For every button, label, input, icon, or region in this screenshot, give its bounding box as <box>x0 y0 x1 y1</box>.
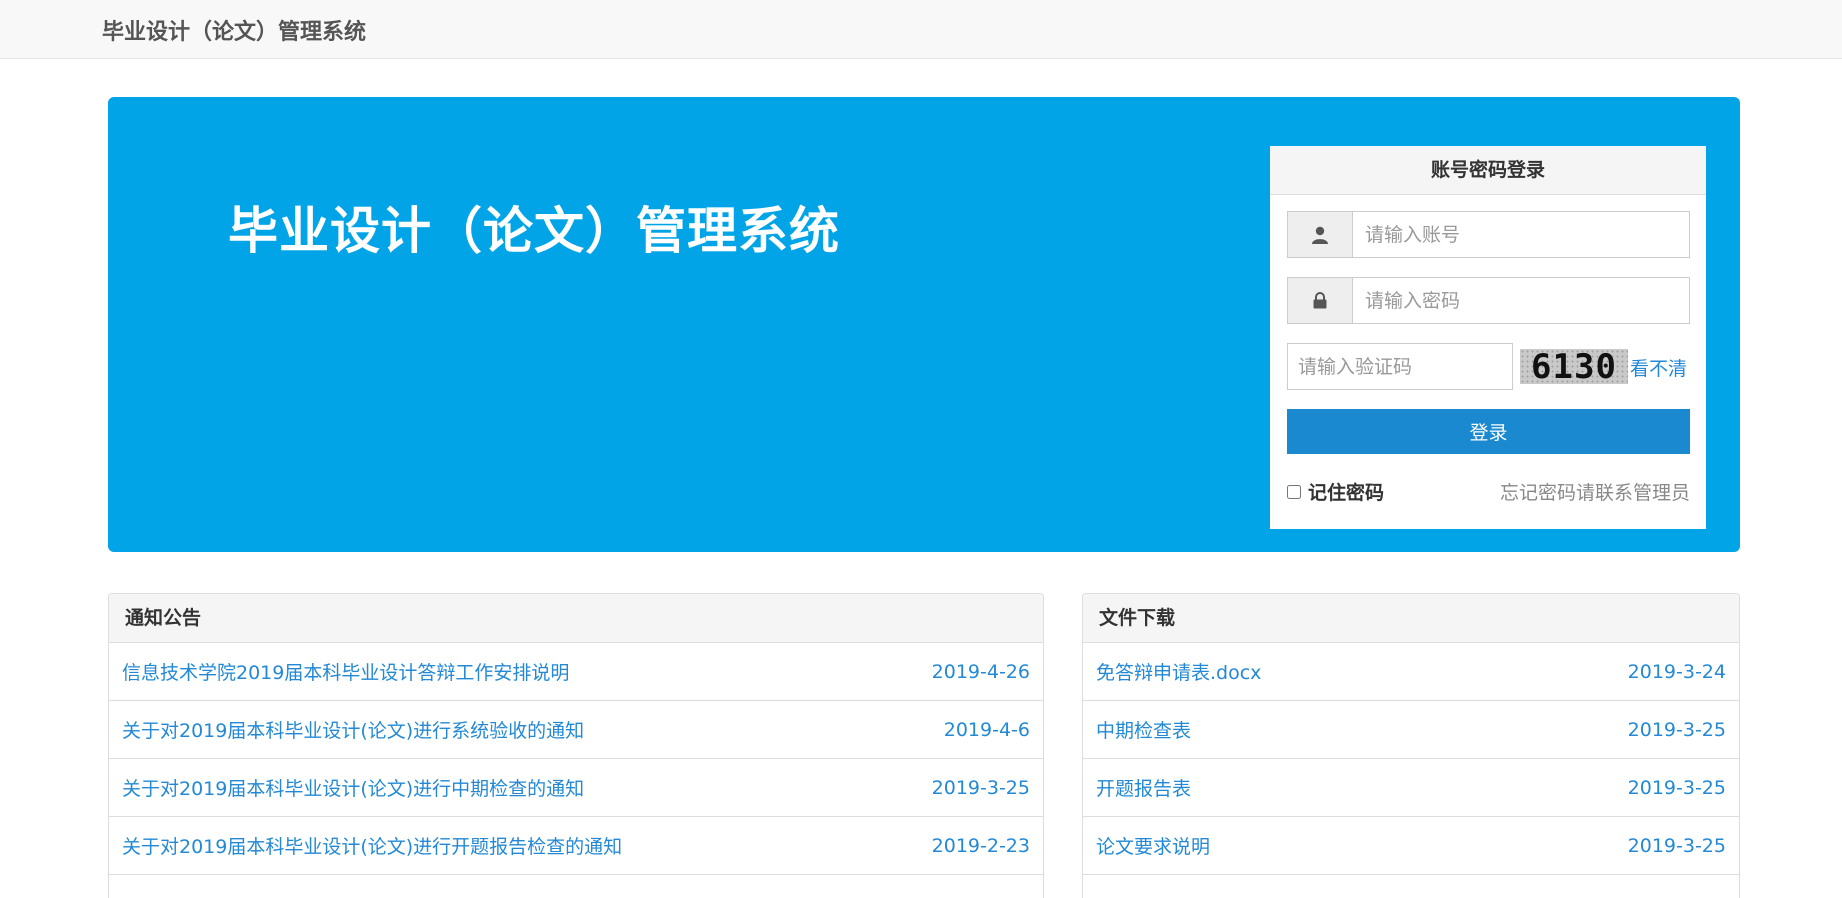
notices-heading: 通知公告 <box>109 594 1043 643</box>
downloads-panel: 文件下载 免答辩申请表.docx 2019-3-24 中期检查表 2019-3-… <box>1082 593 1740 898</box>
captcha-text: 6130 <box>1531 349 1617 384</box>
download-date: 2019-3-25 <box>1627 776 1726 799</box>
notice-date: 2019-4-6 <box>943 718 1030 741</box>
captcha-image[interactable]: 6130 <box>1520 349 1628 384</box>
list-item: 中期检查表 2019-3-25 <box>1083 701 1739 759</box>
forgot-password-text: 忘记密码请联系管理员 <box>1499 482 1690 504</box>
download-date: 2019-3-25 <box>1627 718 1726 741</box>
login-heading: 账号密码登录 <box>1270 146 1706 195</box>
download-link[interactable]: 开题报告表 <box>1096 774 1191 801</box>
hero-banner: 毕业设计（论文）管理系统 账号密码登录 6130 看不清 登录 记住密码 忘记密… <box>108 97 1740 552</box>
remember-password[interactable]: 记住密码 <box>1287 478 1384 505</box>
password-group <box>1287 277 1690 324</box>
downloads-list: 免答辩申请表.docx 2019-3-24 中期检查表 2019-3-25 开题… <box>1083 643 1739 875</box>
notice-link[interactable]: 关于对2019届本科毕业设计(论文)进行开题报告检查的通知 <box>122 832 622 859</box>
remember-label: 记住密码 <box>1308 482 1385 504</box>
username-group <box>1287 211 1690 258</box>
notice-link[interactable]: 关于对2019届本科毕业设计(论文)进行中期检查的通知 <box>122 774 584 801</box>
login-button[interactable]: 登录 <box>1287 409 1690 454</box>
hero-title: 毕业设计（论文）管理系统 <box>228 202 840 260</box>
list-item: 信息技术学院2019届本科毕业设计答辩工作安排说明 2019-4-26 <box>109 643 1043 701</box>
notice-date: 2019-2-23 <box>931 834 1030 857</box>
notice-date: 2019-3-25 <box>931 776 1030 799</box>
username-input[interactable] <box>1353 212 1689 257</box>
refresh-captcha-link[interactable]: 看不清 <box>1630 354 1687 381</box>
notices-list: 信息技术学院2019届本科毕业设计答辩工作安排说明 2019-4-26 关于对2… <box>109 643 1043 875</box>
download-link[interactable]: 论文要求说明 <box>1096 832 1210 859</box>
top-navbar: 毕业设计（论文）管理系统 <box>0 0 1842 59</box>
downloads-heading: 文件下载 <box>1083 594 1739 643</box>
download-link[interactable]: 中期检查表 <box>1096 716 1191 743</box>
download-date: 2019-3-24 <box>1627 660 1726 683</box>
notice-link[interactable]: 信息技术学院2019届本科毕业设计答辩工作安排说明 <box>122 658 569 685</box>
list-item: 关于对2019届本科毕业设计(论文)进行开题报告检查的通知 2019-2-23 <box>109 817 1043 875</box>
lock-icon <box>1288 278 1353 323</box>
list-item: 开题报告表 2019-3-25 <box>1083 759 1739 817</box>
list-item: 论文要求说明 2019-3-25 <box>1083 817 1739 875</box>
login-panel: 账号密码登录 6130 看不清 登录 记住密码 忘记密码请联系管理员 <box>1270 146 1706 529</box>
password-input[interactable] <box>1353 278 1689 323</box>
notice-link[interactable]: 关于对2019届本科毕业设计(论文)进行系统验收的通知 <box>122 716 584 743</box>
user-icon <box>1288 212 1353 257</box>
remember-checkbox[interactable] <box>1287 484 1301 499</box>
download-date: 2019-3-25 <box>1627 834 1726 857</box>
list-item: 免答辩申请表.docx 2019-3-24 <box>1083 643 1739 701</box>
list-item: 关于对2019届本科毕业设计(论文)进行系统验收的通知 2019-4-6 <box>109 701 1043 759</box>
notice-date: 2019-4-26 <box>931 660 1030 683</box>
download-link[interactable]: 免答辩申请表.docx <box>1096 658 1261 685</box>
list-item: 关于对2019届本科毕业设计(论文)进行中期检查的通知 2019-3-25 <box>109 759 1043 817</box>
notices-panel: 通知公告 信息技术学院2019届本科毕业设计答辩工作安排说明 2019-4-26… <box>108 593 1044 898</box>
navbar-brand[interactable]: 毕业设计（论文）管理系统 <box>102 14 366 46</box>
captcha-input[interactable] <box>1287 343 1513 390</box>
